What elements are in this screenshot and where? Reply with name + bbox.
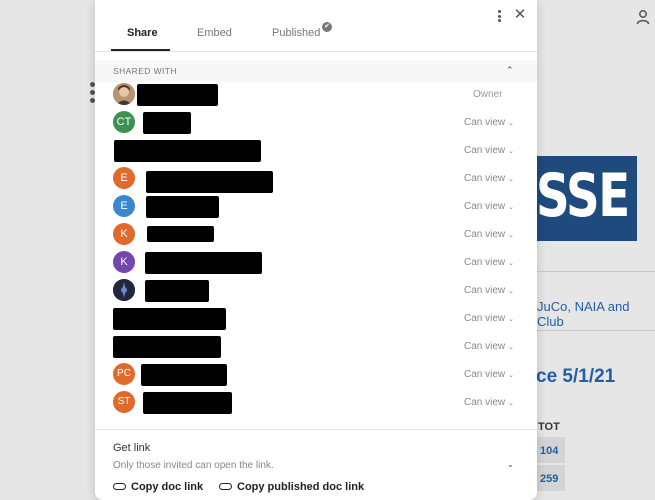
chevron-down-icon: ⌄ <box>508 372 515 379</box>
redacted-name <box>146 196 219 218</box>
active-tab-indicator <box>111 49 170 51</box>
avatar: PC <box>113 363 135 385</box>
shared-user-row: Can view ⌄ <box>95 137 537 165</box>
redacted-name <box>113 308 226 330</box>
tab-bar: Share Embed Published ✔ ✕ <box>95 0 537 52</box>
chevron-down-icon: ⌄ <box>508 120 515 127</box>
permission-dropdown[interactable]: Can view ⌄ <box>464 313 514 324</box>
user-icon[interactable] <box>636 9 650 25</box>
permission-dropdown[interactable]: Can view ⌄ <box>464 257 514 268</box>
shared-user-row: Can view ⌄ <box>95 277 537 305</box>
redacted-name <box>137 84 218 106</box>
divider <box>536 330 655 331</box>
permission-label: Can view <box>464 397 506 408</box>
chevron-down-icon: ⌄ <box>508 260 515 267</box>
tab-embed[interactable]: Embed <box>197 27 232 39</box>
redacted-name <box>143 112 191 134</box>
banner-image: SSE <box>536 156 637 241</box>
permission-label: Can view <box>464 173 506 184</box>
avatar: K <box>113 223 135 245</box>
avatar <box>113 279 135 301</box>
tab-share[interactable]: Share <box>127 27 158 39</box>
chevron-down-icon[interactable]: ⌄ <box>507 460 514 469</box>
permission-dropdown[interactable]: Can view ⌄ <box>464 117 514 128</box>
table-cell: 104 <box>536 437 565 463</box>
permission-dropdown[interactable]: Can view ⌄ <box>464 229 514 240</box>
permission-label: Can view <box>464 285 506 296</box>
divider <box>95 429 537 430</box>
shared-user-row: Can view ⌄ <box>95 333 537 361</box>
permission-label: Can view <box>464 369 506 380</box>
permission-label: Can view <box>464 229 506 240</box>
section-title: SHARED WITH <box>113 66 177 76</box>
divider <box>536 271 655 272</box>
permission-dropdown[interactable]: Can view ⌄ <box>464 369 514 380</box>
shared-user-row: Owner <box>95 81 537 109</box>
avatar <box>113 83 135 105</box>
chevron-down-icon: ⌄ <box>508 176 515 183</box>
shared-user-row: E Can view ⌄ <box>95 193 537 221</box>
shared-user-row: PC Can view ⌄ <box>95 361 537 389</box>
redacted-name <box>114 140 261 162</box>
close-icon[interactable]: ✕ <box>513 7 527 22</box>
table-cell: 259 <box>536 465 565 491</box>
link-icon <box>219 482 232 490</box>
permission-dropdown[interactable]: Can view ⌄ <box>464 201 514 212</box>
banner-text: SSE <box>536 161 630 231</box>
shared-user-row: CT Can view ⌄ <box>95 109 537 137</box>
avatar: K <box>113 251 135 273</box>
avatar: E <box>113 195 135 217</box>
redacted-name <box>145 280 209 302</box>
redacted-name <box>141 364 227 386</box>
permission-dropdown[interactable]: Can view ⌄ <box>464 173 514 184</box>
check-icon: ✔ <box>322 22 332 32</box>
shared-user-row: E Can view ⌄ <box>95 165 537 193</box>
shared-user-row: K Can view ⌄ <box>95 221 537 249</box>
permission-label: Can view <box>464 257 506 268</box>
avatar: E <box>113 167 135 189</box>
chevron-down-icon: ⌄ <box>508 204 515 211</box>
permission-dropdown[interactable]: Can view ⌄ <box>464 285 514 296</box>
copy-published-link-button[interactable]: Copy published doc link <box>219 481 364 493</box>
copy-doc-link-label: Copy doc link <box>131 481 204 493</box>
permission-dropdown[interactable]: Can view ⌄ <box>464 341 514 352</box>
chevron-down-icon: ⌄ <box>508 344 515 351</box>
link-icon <box>113 482 126 490</box>
avatar: ST <box>113 391 135 413</box>
more-options-icon[interactable] <box>496 10 502 24</box>
date-heading: ce 5/1/21 <box>536 366 616 387</box>
permission-dropdown[interactable]: Can view ⌄ <box>464 397 514 408</box>
chevron-down-icon: ⌄ <box>508 288 515 295</box>
permission-label: Can view <box>464 145 506 156</box>
share-dialog: Share Embed Published ✔ ✕ SHARED WITH ⌃ … <box>95 0 537 500</box>
redacted-name <box>146 171 273 193</box>
table-header-tot: TOT <box>538 421 560 433</box>
chevron-up-icon[interactable]: ⌃ <box>506 65 514 76</box>
get-link-title: Get link <box>113 442 151 454</box>
shared-user-row: ST Can view ⌄ <box>95 389 537 417</box>
shared-user-row: Can view ⌄ <box>95 305 537 333</box>
chevron-down-icon: ⌄ <box>508 148 515 155</box>
permission-label: Can view <box>464 313 506 324</box>
redacted-name <box>113 336 221 358</box>
redacted-name <box>143 392 232 414</box>
shared-user-row: K Can view ⌄ <box>95 249 537 277</box>
role-label: Owner <box>473 89 503 100</box>
get-link-subtitle: Only those invited can open the link. <box>113 460 274 471</box>
permission-label: Can view <box>464 201 506 212</box>
permission-label: Can view <box>464 341 506 352</box>
chevron-down-icon: ⌄ <box>508 316 515 323</box>
chevron-down-icon: ⌄ <box>508 232 515 239</box>
redacted-name <box>147 226 214 242</box>
redacted-name <box>145 252 262 274</box>
copy-published-link-label: Copy published doc link <box>237 481 365 493</box>
avatar: CT <box>113 111 135 133</box>
copy-doc-link-button[interactable]: Copy doc link <box>113 481 203 493</box>
chevron-down-icon: ⌄ <box>508 400 515 407</box>
permission-dropdown[interactable]: Can view ⌄ <box>464 145 514 156</box>
shared-with-header[interactable]: SHARED WITH ⌃ <box>95 60 537 82</box>
permission-label: Can view <box>464 117 506 128</box>
org-text[interactable]: JuCo, NAIA and Club <box>537 299 655 329</box>
tab-published[interactable]: Published <box>272 27 320 39</box>
